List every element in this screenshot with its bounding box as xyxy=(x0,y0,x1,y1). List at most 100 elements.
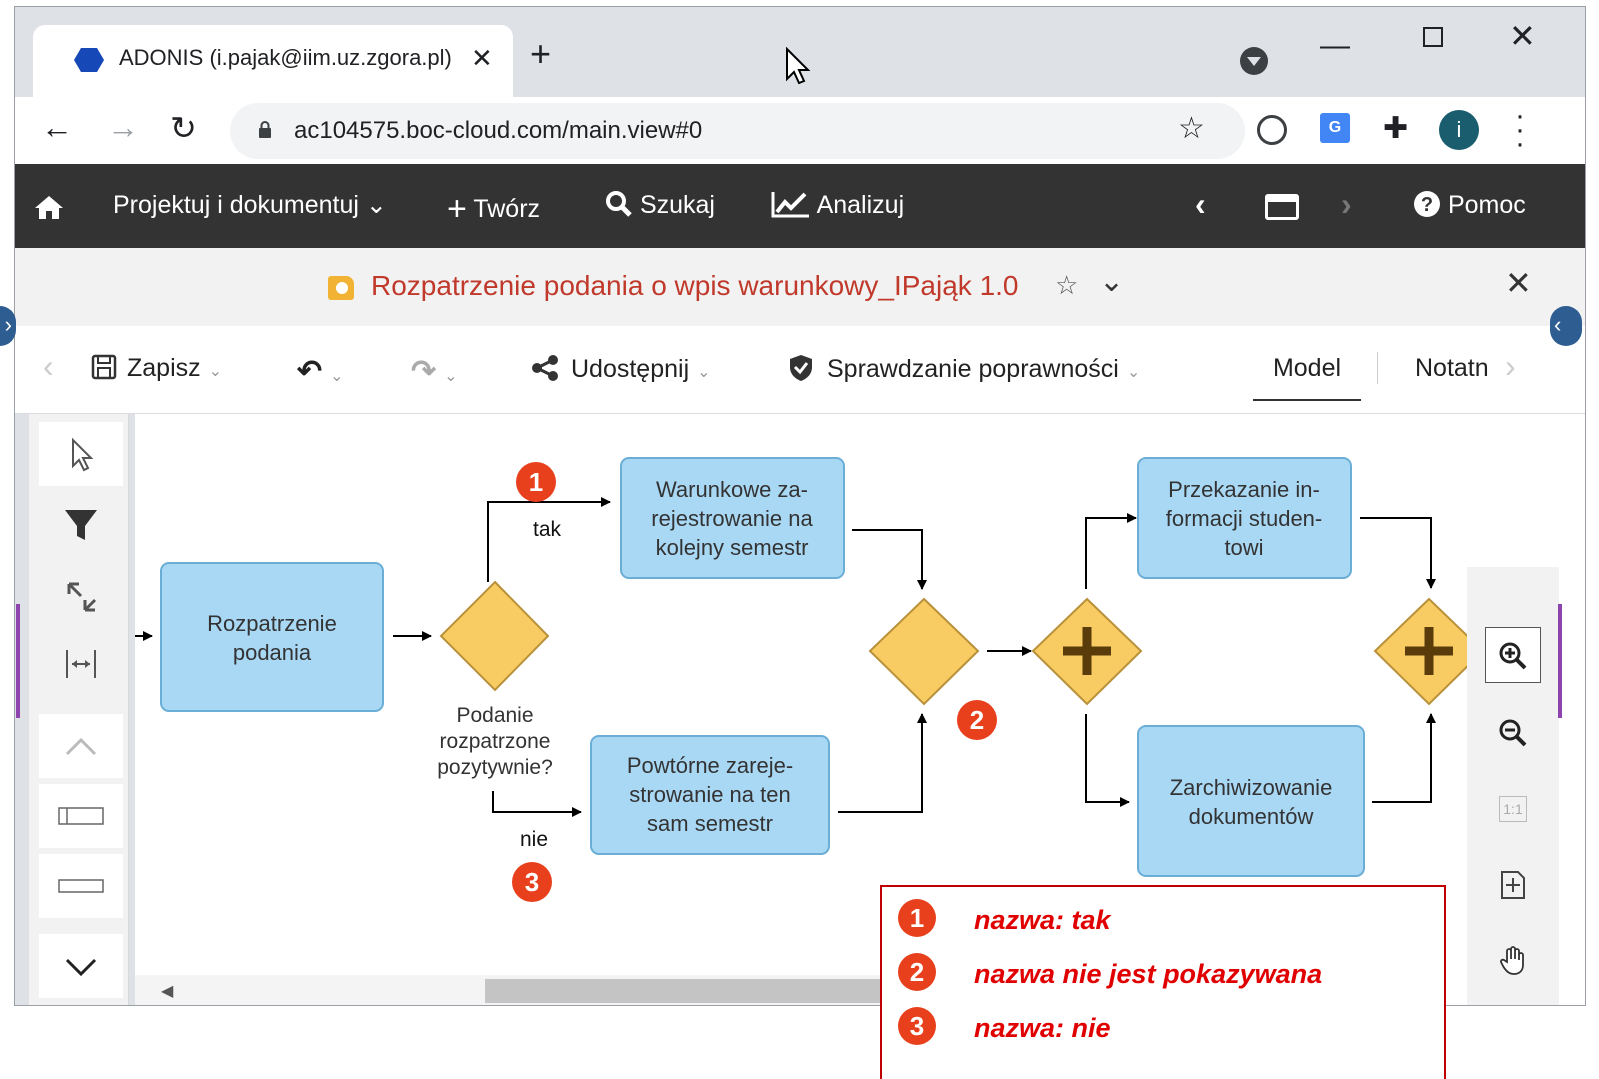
palette-swimlane-horizontal[interactable] xyxy=(39,784,123,848)
chevron-down-icon: ⌄ xyxy=(697,364,711,381)
translate-icon[interactable]: G xyxy=(1320,113,1350,143)
reload-icon[interactable]: ↻ xyxy=(170,109,197,147)
chevron-down-icon[interactable]: ⌄ xyxy=(1099,264,1124,299)
favorite-star-icon[interactable]: ☆ xyxy=(1055,270,1078,301)
next-chevron-icon[interactable]: › xyxy=(1341,186,1352,223)
save-label: Zapisz xyxy=(127,354,201,382)
nav-design-menu[interactable]: Projektuj i dokumentuj ⌄ xyxy=(113,190,387,220)
adonis-favicon-icon xyxy=(74,48,104,72)
task-conditional-registration[interactable]: Warunkowe za- rejestrowanie na kolejny s… xyxy=(620,457,845,579)
minimize-button[interactable]: — xyxy=(1320,29,1350,63)
right-panel-toggle[interactable]: ‹ xyxy=(1550,306,1582,346)
save-icon xyxy=(91,354,117,380)
actual-size-button[interactable]: 1:1 xyxy=(1485,781,1541,837)
help-icon: ? xyxy=(1414,191,1440,217)
scroll-left-arrow-icon[interactable]: ◀ xyxy=(161,981,173,1001)
url-text: ac104575.boc-cloud.com/main.view#0 xyxy=(294,117,703,144)
nav-design-label: Projektuj i dokumentuj xyxy=(113,191,359,219)
flow-split-to-inform xyxy=(1085,513,1137,589)
zoom-toolbar: 1:1 xyxy=(1467,567,1559,1005)
window-icon[interactable] xyxy=(1265,194,1299,220)
browser-menu-icon[interactable]: · · · xyxy=(1515,101,1525,159)
task-repeat-line-3: sam semestr xyxy=(647,811,773,836)
nav-analyze[interactable]: Analizuj xyxy=(771,190,904,220)
puzzle-icon[interactable]: ✚ xyxy=(1383,111,1408,146)
extension-icon[interactable] xyxy=(1257,115,1287,145)
gateway-decision[interactable] xyxy=(439,580,550,692)
address-bar[interactable]: ac104575.boc-cloud.com/main.view#0 ☆ xyxy=(230,103,1245,159)
task-archive[interactable]: Zarchiwizowanie dokumentów xyxy=(1137,725,1365,877)
prev-chevron-icon[interactable]: ‹ xyxy=(1195,186,1206,223)
task-archive-line-2: dokumentów xyxy=(1189,804,1314,829)
lane-icon xyxy=(58,879,104,893)
legend-badge: 3 xyxy=(898,1007,936,1045)
flow-no[interactable] xyxy=(492,791,582,817)
close-window-button[interactable]: ✕ xyxy=(1509,17,1536,55)
fit-page-button[interactable] xyxy=(1485,857,1541,913)
back-arrow-icon[interactable]: ← xyxy=(41,109,73,146)
tab-close-icon[interactable]: ✕ xyxy=(471,43,493,74)
toolbar-scroll-left-icon[interactable]: ‹ xyxy=(43,348,54,385)
right-resize-handle[interactable] xyxy=(1558,604,1562,718)
palette-scroll-down[interactable] xyxy=(39,934,123,998)
task-review-line-1: Rozpatrzenie xyxy=(207,611,337,636)
chart-icon xyxy=(771,192,809,218)
swimlane-icon xyxy=(58,807,104,825)
annotation-badge-3: 3 xyxy=(512,862,552,902)
browser-tab[interactable]: ADONIS (i.pajak@iim.uz.zgora.pl) ✕ xyxy=(33,25,513,97)
task-conditional-line-1: Warunkowe za- xyxy=(656,477,808,502)
nav-search[interactable]: Szukaj xyxy=(605,190,715,220)
save-button[interactable]: Zapisz ⌄ xyxy=(91,354,222,383)
task-review-line-2: podania xyxy=(233,640,312,665)
gateway-label-line-3: pozytywnie? xyxy=(437,756,553,779)
forward-arrow-icon[interactable]: → xyxy=(107,109,139,146)
flow-yes[interactable] xyxy=(487,497,611,582)
toolbar-scroll-right-icon[interactable]: › xyxy=(1505,348,1516,385)
mouse-cursor-icon xyxy=(786,47,811,85)
filter-tool[interactable] xyxy=(39,492,123,556)
connect-icon xyxy=(67,582,97,612)
editor-toolbar: ‹ Zapisz ⌄ ↶ ⌄ ↷ ⌄ Udostępnij ⌄ Sprawdza… xyxy=(15,326,1585,414)
shield-icon xyxy=(790,355,812,381)
tab-notes[interactable]: Notatn xyxy=(1415,354,1489,383)
connect-tool[interactable] xyxy=(39,562,123,626)
home-icon[interactable] xyxy=(33,194,65,220)
undo-button[interactable]: ↶ ⌄ xyxy=(297,354,344,389)
palette-scroll-up[interactable] xyxy=(39,714,123,778)
task-repeat-line-2: strowanie na ten xyxy=(629,782,790,807)
scrollbar-thumb[interactable] xyxy=(485,979,895,1003)
share-button[interactable]: Udostępnij ⌄ xyxy=(531,354,711,384)
tab-title: ADONIS (i.pajak@iim.uz.zgora.pl) xyxy=(119,45,452,70)
palette-lane[interactable] xyxy=(39,854,123,918)
share-label: Udostępnij xyxy=(571,355,690,383)
legend-text: nazwa nie jest pokazywana xyxy=(974,959,1323,989)
gateway-merge[interactable] xyxy=(868,597,980,706)
new-tab-button[interactable]: + xyxy=(530,36,551,72)
pan-button[interactable] xyxy=(1485,933,1541,989)
redo-button[interactable]: ↷ ⌄ xyxy=(411,354,458,389)
maximize-button[interactable] xyxy=(1423,27,1443,47)
nav-help[interactable]: ? Pomoc xyxy=(1413,190,1526,220)
profile-avatar[interactable]: i xyxy=(1439,110,1479,150)
bookmark-star-icon[interactable]: ☆ xyxy=(1178,111,1205,146)
filter-icon xyxy=(65,510,97,540)
zoom-out-button[interactable] xyxy=(1485,705,1541,761)
annotation-legend: 1 nazwa: tak 2 nazwa nie jest pokazywana… xyxy=(880,885,1446,1079)
flow-repeat-to-merge xyxy=(838,713,927,813)
nav-create[interactable]: + Twórz xyxy=(447,190,540,229)
fit-width-icon xyxy=(66,650,96,678)
horizontal-scrollbar[interactable]: ◀ xyxy=(135,975,895,1005)
tab-model[interactable]: Model xyxy=(1253,354,1361,401)
task-repeat-registration[interactable]: Powtórne zareje- strowanie na ten sam se… xyxy=(590,735,830,855)
task-inform-student[interactable]: Przekazanie in- formacji studen- towi xyxy=(1137,457,1352,579)
gateway-parallel-split[interactable] xyxy=(1031,597,1143,706)
left-resize-handle[interactable] xyxy=(16,604,20,718)
zoom-in-button[interactable] xyxy=(1485,627,1541,683)
validate-button[interactable]: Sprawdzanie poprawności ⌄ xyxy=(789,354,1140,384)
select-tool[interactable] xyxy=(39,422,123,486)
media-control-icon[interactable] xyxy=(1240,47,1268,75)
task-review[interactable]: Rozpatrzenie podania xyxy=(160,562,384,712)
close-model-icon[interactable]: ✕ xyxy=(1505,264,1532,302)
fit-width-tool[interactable] xyxy=(39,632,123,696)
search-icon xyxy=(606,191,632,217)
